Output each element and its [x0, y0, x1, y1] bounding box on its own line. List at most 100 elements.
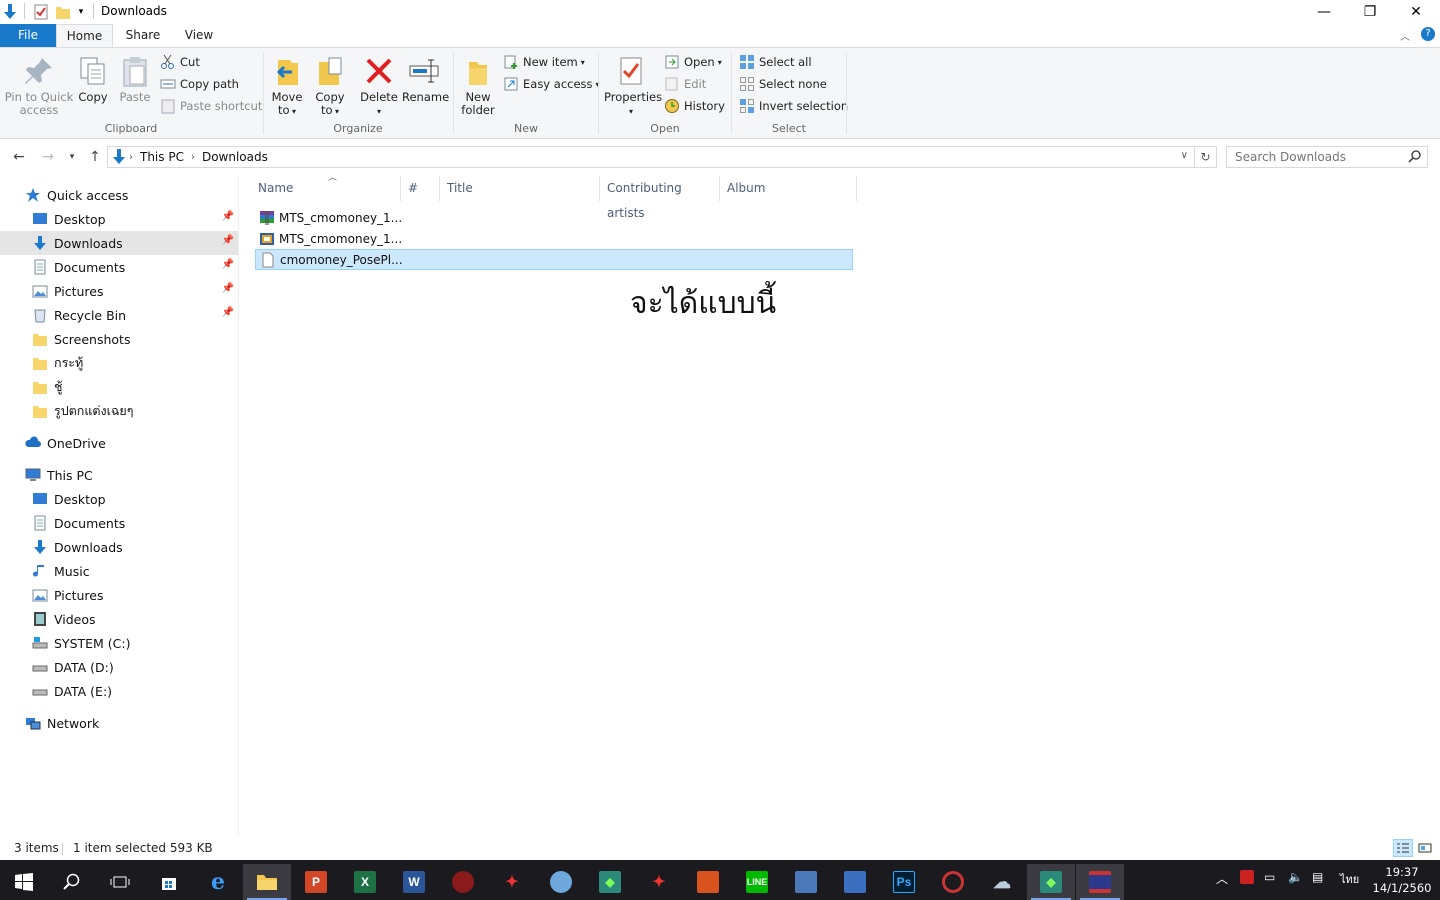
new-item-button[interactable]: New item ▾ [503, 52, 585, 72]
edge-browser-icon[interactable]: e [194, 864, 242, 900]
app-bird-icon[interactable]: ✦ [488, 864, 536, 900]
large-icons-view-icon[interactable] [1415, 839, 1435, 857]
app-flag-icon[interactable] [1076, 864, 1124, 900]
forward-arrow-icon[interactable]: → [38, 147, 58, 167]
nav-quick-folder-2[interactable]: ชู้ [0, 375, 238, 399]
minimize-button[interactable]: — [1301, 0, 1347, 24]
sims-plumbob-icon[interactable]: ◆ [586, 864, 634, 900]
sims-plumbob-active-icon[interactable]: ◆ [1027, 864, 1075, 900]
excel-icon[interactable]: X [341, 864, 389, 900]
nav-pc-pictures[interactable]: Pictures [0, 583, 238, 607]
file-explorer-icon[interactable] [243, 864, 291, 900]
search-box[interactable] [1226, 146, 1428, 168]
nav-pc-downloads[interactable]: Downloads [0, 535, 238, 559]
app-orange-icon[interactable] [684, 864, 732, 900]
app-cloud-icon[interactable]: ☁ [978, 864, 1026, 900]
copy-path-button[interactable]: Copy path [160, 74, 239, 94]
app-ring-icon[interactable] [929, 864, 977, 900]
pin-icon[interactable]: 📌 [222, 307, 234, 318]
customize-quick-access-icon[interactable]: ▾ [75, 3, 87, 21]
photoshop-icon[interactable]: Ps [880, 864, 928, 900]
start-windows-icon[interactable] [0, 864, 48, 900]
file-row[interactable]: MTS_cmomoney_1... [255, 228, 853, 249]
file-row[interactable]: MTS_cmomoney_1... [255, 207, 853, 228]
details-view-icon[interactable] [1393, 839, 1413, 857]
nav-pc-system-c[interactable]: SYSTEM (C:) [0, 631, 238, 655]
clock[interactable]: 19:37 14/1/2560 [1372, 864, 1432, 896]
app-bird-red-icon[interactable]: ✦ [635, 864, 683, 900]
pin-icon[interactable]: 📌 [222, 259, 234, 270]
new-folder-button[interactable]: New folder [459, 54, 497, 117]
address-bar[interactable]: › This PC › Downloads ∨ ↻ [107, 146, 1217, 168]
move-to-button[interactable]: Move to ▾ [268, 54, 306, 118]
tray-app-icon[interactable] [1240, 870, 1254, 887]
tab-share[interactable]: Share [116, 24, 170, 47]
collapse-ribbon-icon[interactable]: ︿ [1400, 28, 1410, 43]
cut-button[interactable]: Cut [160, 52, 200, 72]
nav-quick-desktop[interactable]: Desktop 📌 [0, 207, 238, 231]
volume-muted-icon[interactable]: 🔈 [1288, 870, 1303, 884]
nav-quick-folder-1[interactable]: กระทู้ [0, 351, 238, 375]
edit-button[interactable]: Edit [664, 74, 706, 94]
nav-pc-documents[interactable]: Documents [0, 511, 238, 535]
nav-quick-screenshots[interactable]: Screenshots [0, 327, 238, 351]
app-box-icon[interactable] [782, 864, 830, 900]
new-folder-quick-icon[interactable] [55, 3, 71, 21]
nav-pc-desktop[interactable]: Desktop [0, 487, 238, 511]
easy-access-button[interactable]: Easy access▾ [503, 74, 600, 94]
task-view-icon[interactable] [96, 864, 144, 900]
app-red-figure-icon[interactable] [439, 864, 487, 900]
open-button[interactable]: Open ▾ [664, 52, 722, 72]
nav-this-pc[interactable]: This PC [0, 463, 238, 487]
show-hidden-icons-chevron-icon[interactable]: ︿ [1216, 870, 1228, 887]
nav-pc-data-d[interactable]: DATA (D:) [0, 655, 238, 679]
input-language[interactable]: ไทย [1340, 870, 1359, 888]
search-input[interactable] [1235, 150, 1405, 164]
breadcrumb-downloads[interactable]: Downloads [202, 150, 268, 164]
powerpoint-icon[interactable]: P [292, 864, 340, 900]
nav-onedrive[interactable]: OneDrive [0, 431, 238, 455]
properties-quick-icon[interactable] [33, 3, 49, 21]
select-all-button[interactable]: Select all [739, 52, 812, 72]
recent-locations-chevron-icon[interactable]: ▾ [62, 147, 82, 167]
paint-icon[interactable] [537, 864, 585, 900]
help-icon[interactable]: ? [1421, 27, 1435, 41]
action-center-icon[interactable]: ▤ [1312, 870, 1323, 884]
tab-home[interactable]: Home [56, 24, 113, 47]
nav-quick-access[interactable]: Quick access [0, 183, 238, 207]
word-icon[interactable]: W [390, 864, 438, 900]
nav-pc-data-e[interactable]: DATA (E:) [0, 679, 238, 703]
copy-button[interactable]: Copy [76, 54, 110, 104]
nav-quick-downloads[interactable]: Downloads 📌 [0, 231, 238, 255]
paste-shortcut-button[interactable]: Paste shortcut [160, 96, 262, 116]
search-icon[interactable] [48, 864, 96, 900]
search-icon[interactable] [1408, 150, 1421, 166]
column-header-number[interactable]: # [401, 176, 440, 201]
tab-file[interactable]: File [0, 24, 56, 47]
tab-view[interactable]: View [173, 24, 225, 47]
back-arrow-icon[interactable]: ← [9, 147, 29, 167]
store-icon[interactable] [145, 864, 193, 900]
refresh-icon[interactable]: ↻ [1194, 147, 1216, 167]
paste-button[interactable]: Paste [118, 54, 152, 104]
copy-to-button[interactable]: Copy to ▾ [311, 54, 349, 118]
nav-quick-documents[interactable]: Documents 📌 [0, 255, 238, 279]
line-chat-icon[interactable]: LINE [733, 864, 781, 900]
pin-icon[interactable]: 📌 [222, 235, 234, 246]
breadcrumb-this-pc[interactable]: This PC [140, 150, 184, 164]
nav-quick-folder-3[interactable]: รูปตกแต่งเฉยๆ [0, 399, 238, 423]
app-cartoon-icon[interactable] [831, 864, 879, 900]
pin-icon[interactable]: 📌 [222, 283, 234, 294]
nav-pc-videos[interactable]: Videos [0, 607, 238, 631]
close-button[interactable]: ✕ [1393, 0, 1439, 24]
nav-network[interactable]: Network [0, 711, 238, 735]
nav-quick-pictures[interactable]: Pictures 📌 [0, 279, 238, 303]
pin-to-quick-access-button[interactable]: Pin to Quick access [4, 54, 74, 117]
column-header-contributing-artists[interactable]: Contributing artists [600, 176, 720, 220]
properties-button[interactable]: Properties ▾ [604, 54, 662, 118]
rename-button[interactable]: Rename [402, 54, 449, 104]
address-dropdown-chevron-icon[interactable]: ∨ [1181, 150, 1188, 161]
file-row-selected[interactable]: cmomoney_PosePl... [255, 249, 853, 270]
delete-button[interactable]: Delete ▾ [360, 54, 398, 118]
history-button[interactable]: History [664, 96, 725, 116]
